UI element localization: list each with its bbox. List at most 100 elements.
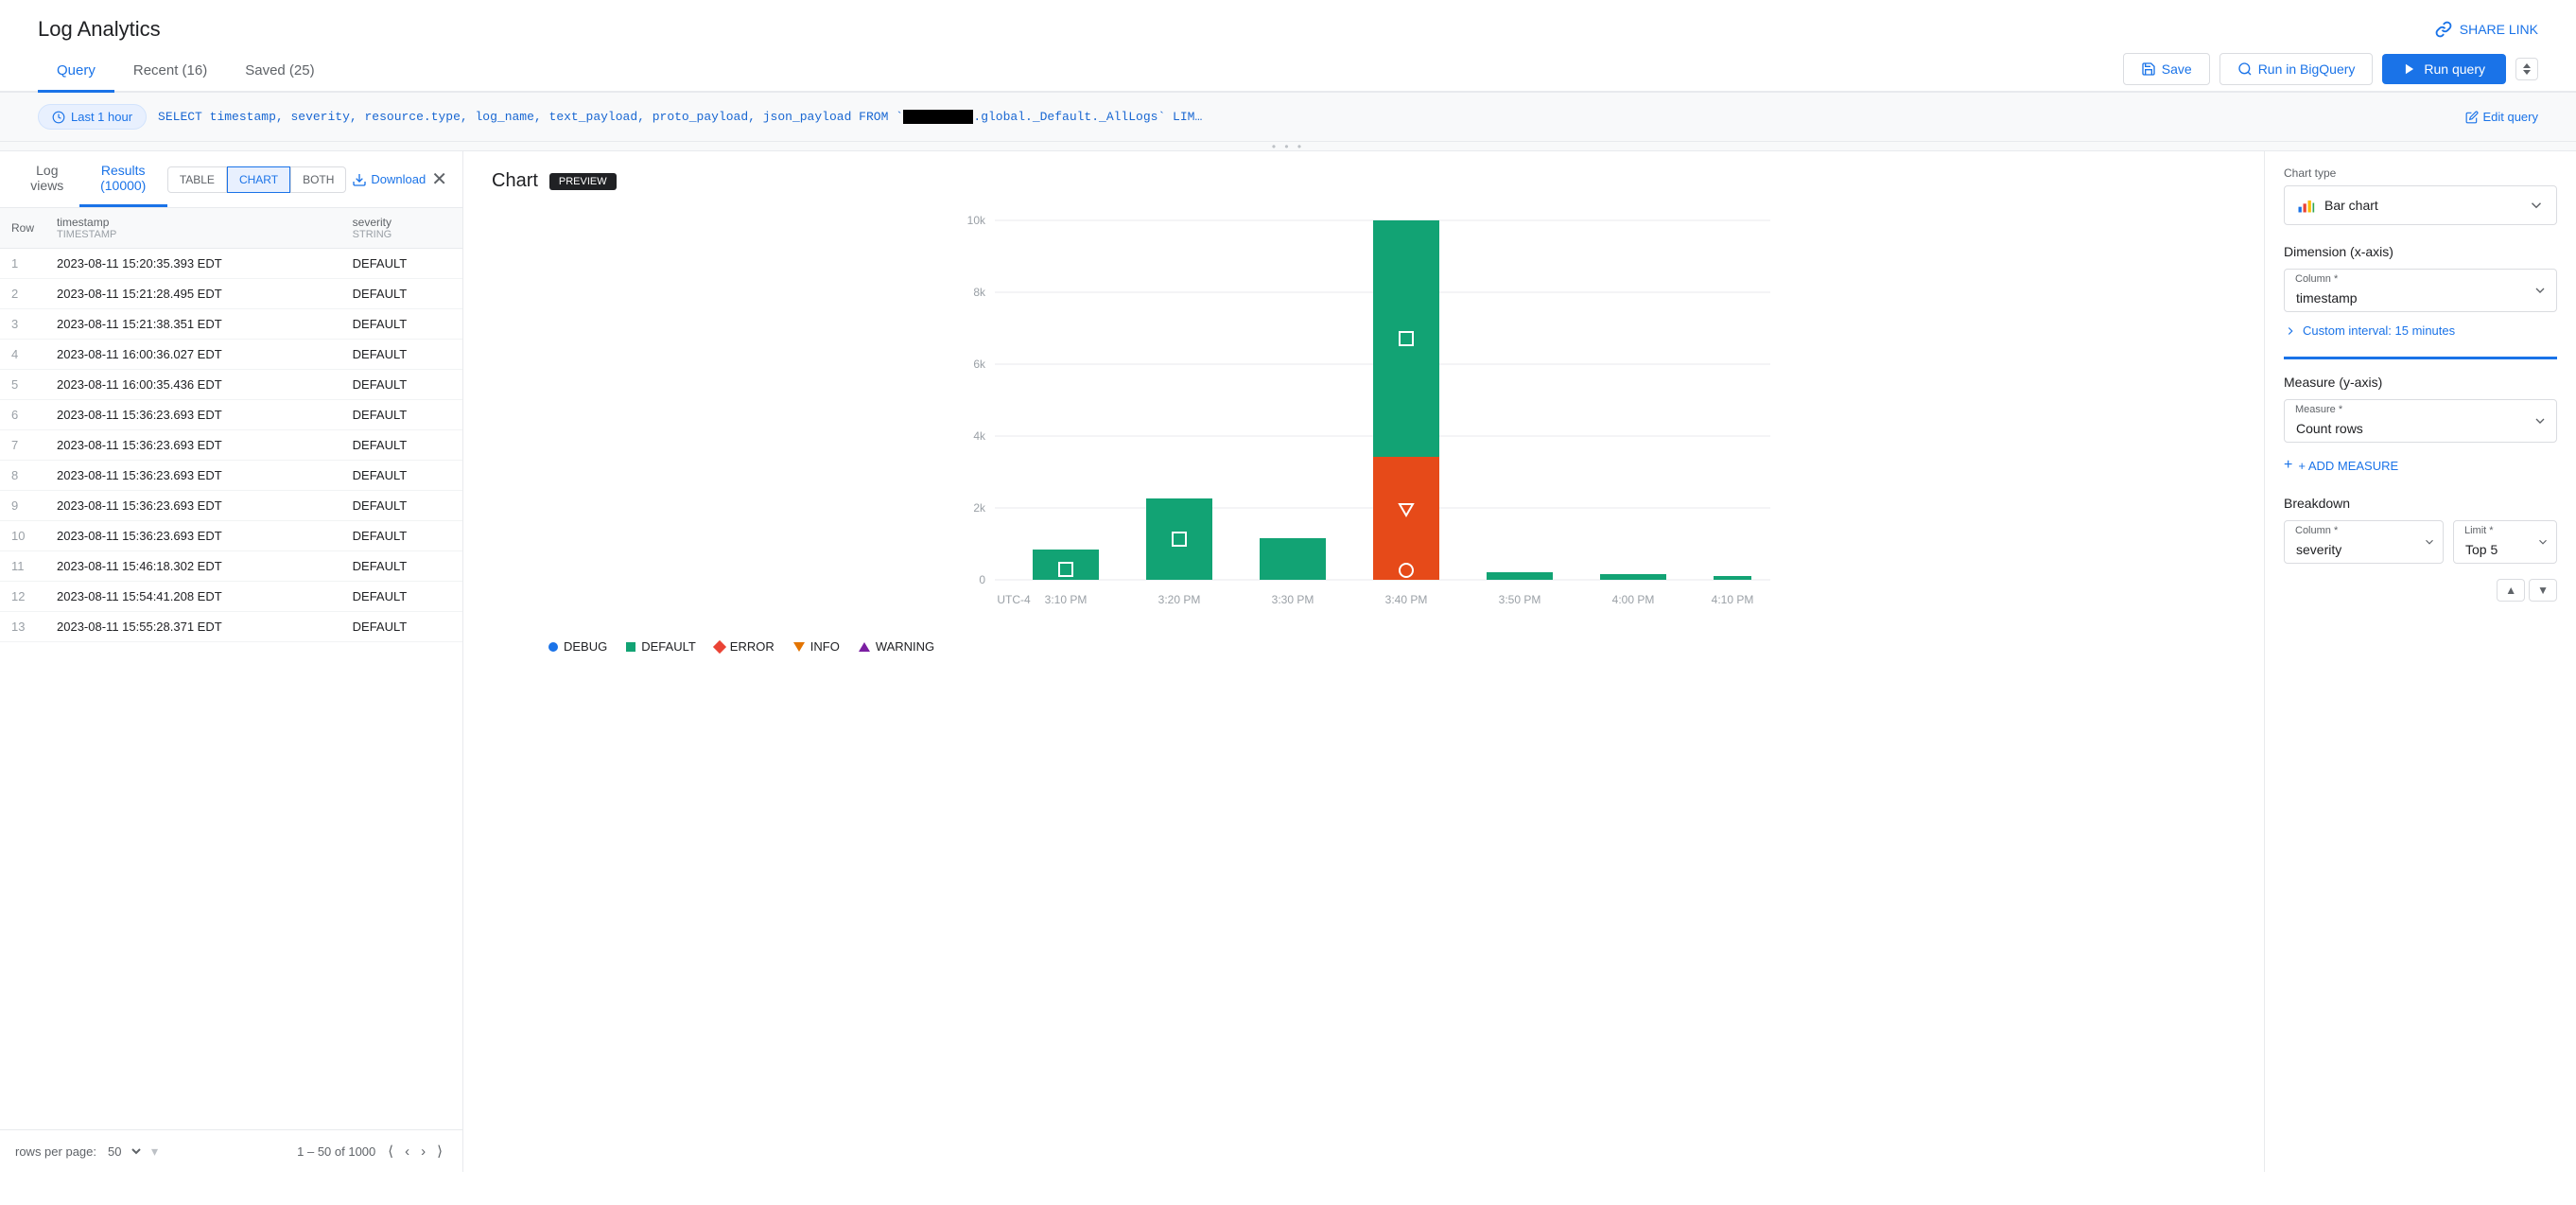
row-severity: DEFAULT [341,461,462,491]
table-row: 8 2023-08-11 15:36:23.693 EDT DEFAULT [0,461,462,491]
table-row: 9 2023-08-11 15:36:23.693 EDT DEFAULT [0,491,462,521]
row-num: 5 [0,370,45,400]
results-table: Row timestampTIMESTAMP severitySTRING 1 … [0,208,462,642]
up-down-stepper[interactable] [2515,58,2538,80]
legend-error: ERROR [715,639,775,654]
rows-per-page-label: rows per page: [15,1144,96,1159]
col-timestamp: timestampTIMESTAMP [45,208,341,249]
share-link-button[interactable]: SHARE LINK [2435,21,2538,38]
row-severity: DEFAULT [341,370,462,400]
prev-page-button[interactable]: ‹ [400,1141,414,1162]
row-num: 2 [0,279,45,309]
scroll-down-button[interactable]: ▼ [2529,579,2557,602]
time-chip[interactable]: Last 1 hour [38,104,147,130]
link-icon [2435,21,2452,38]
row-timestamp: 2023-08-11 15:54:41.208 EDT [45,582,341,612]
tab-log-views[interactable]: Log views [15,151,79,207]
row-severity: DEFAULT [341,340,462,370]
tab-results[interactable]: Results (10000) [79,151,167,207]
svg-text:3:40 PM: 3:40 PM [1385,593,1428,606]
measure-select[interactable]: Count rows [2284,399,2557,443]
chart-svg-area: 10k 8k 6k 4k 2k 0 [492,201,2236,1162]
svg-text:4:00 PM: 4:00 PM [1612,593,1655,606]
last-page-button[interactable]: ⟩ [432,1140,447,1162]
row-timestamp: 2023-08-11 15:36:23.693 EDT [45,400,341,430]
first-page-button[interactable]: ⟨ [383,1140,398,1162]
row-severity: DEFAULT [341,491,462,521]
row-num: 8 [0,461,45,491]
breakdown-column-select[interactable]: severity [2284,520,2444,564]
next-page-button[interactable]: › [416,1141,430,1162]
add-measure-button[interactable]: + + ADD MEASURE [2284,450,2398,480]
edit-query-button[interactable]: Edit query [2465,110,2538,124]
main-content: Log views Results (10000) TABLE CHART BO… [0,151,2576,1172]
col-row: Row [0,208,45,249]
dimension-column-select[interactable]: timestamp [2284,269,2557,312]
tab-recent[interactable]: Recent (16) [114,51,226,93]
svg-text:10k: 10k [967,214,986,227]
chevron-right-icon [2284,324,2297,338]
table-row: 12 2023-08-11 15:54:41.208 EDT DEFAULT [0,582,462,612]
legend-info: INFO [793,639,840,654]
result-tabs-bar: Log views Results (10000) TABLE CHART BO… [0,151,462,208]
close-panel-button[interactable]: ✕ [431,170,447,189]
download-button[interactable]: Download [352,172,426,187]
app-header: Log Analytics SHARE LINK [0,0,2576,51]
row-timestamp: 2023-08-11 15:55:28.371 EDT [45,612,341,642]
table-row: 4 2023-08-11 16:00:36.027 EDT DEFAULT [0,340,462,370]
svg-text:2k: 2k [973,501,986,515]
save-button[interactable]: Save [2123,53,2210,85]
svg-text:3:50 PM: 3:50 PM [1499,593,1541,606]
custom-interval-button[interactable]: Custom interval: 15 minutes [2284,320,2455,341]
col-severity: severitySTRING [341,208,462,249]
svg-text:0: 0 [979,573,985,586]
row-num: 12 [0,582,45,612]
page-nav: ⟨ ‹ › ⟩ [383,1140,447,1162]
svg-text:UTC-4: UTC-4 [997,593,1031,606]
clock-icon [52,111,65,124]
row-num: 7 [0,430,45,461]
page-info: 1 – 50 of 1000 [297,1144,375,1159]
chart-type-section: Chart type Bar chart [2284,166,2557,225]
row-num: 9 [0,491,45,521]
row-severity: DEFAULT [341,521,462,551]
row-num: 10 [0,521,45,551]
bar-2-teal [1146,498,1212,580]
svg-text:3:20 PM: 3:20 PM [1158,593,1201,606]
table-row: 3 2023-08-11 15:21:38.351 EDT DEFAULT [0,309,462,340]
tab-query[interactable]: Query [38,51,114,93]
edit-icon [2465,111,2479,124]
table-row: 2 2023-08-11 15:21:28.495 EDT DEFAULT [0,279,462,309]
chart-panel: Chart PREVIEW 10k 8k 6k 4k 2k 0 [463,151,2264,1172]
row-severity: DEFAULT [341,612,462,642]
svg-text:3:30 PM: 3:30 PM [1272,593,1314,606]
row-timestamp: 2023-08-11 15:21:28.495 EDT [45,279,341,309]
row-severity: DEFAULT [341,551,462,582]
tab-saved[interactable]: Saved (25) [226,51,333,93]
row-severity: DEFAULT [341,279,462,309]
table-row: 7 2023-08-11 15:36:23.693 EDT DEFAULT [0,430,462,461]
run-bigquery-button[interactable]: Run in BigQuery [2219,53,2374,85]
chart-view-tab[interactable]: CHART [227,166,290,193]
legend-default: DEFAULT [626,639,696,654]
measure-divider [2284,357,2557,359]
legend-debug: DEBUG [548,639,607,654]
scroll-up-button[interactable]: ▲ [2497,579,2525,602]
table-row: 11 2023-08-11 15:46:18.302 EDT DEFAULT [0,551,462,582]
measure-section: Measure (y-axis) Measure * Count rows + … [2284,375,2557,480]
table-row: 6 2023-08-11 15:36:23.693 EDT DEFAULT [0,400,462,430]
table-view-tab[interactable]: TABLE [167,166,227,193]
resize-handle[interactable]: • • • [0,142,2576,151]
top-tabs-bar: Query Recent (16) Saved (25) Save Run in… [0,51,2576,93]
svg-text:4:10 PM: 4:10 PM [1712,593,1754,606]
row-timestamp: 2023-08-11 15:36:23.693 EDT [45,430,341,461]
run-query-button[interactable]: Run query [2382,54,2506,84]
rows-per-page-select[interactable]: 50 100 200 [104,1144,144,1160]
breakdown-limit-select[interactable]: Top 5 Top 10 [2453,520,2557,564]
right-panel: Chart type Bar chart Dimension (x-axis) … [2264,151,2576,1172]
table-row: 5 2023-08-11 16:00:35.436 EDT DEFAULT [0,370,462,400]
play-icon [2403,62,2416,76]
row-timestamp: 2023-08-11 15:21:38.351 EDT [45,309,341,340]
both-view-tab[interactable]: BOTH [290,166,346,193]
row-num: 3 [0,309,45,340]
